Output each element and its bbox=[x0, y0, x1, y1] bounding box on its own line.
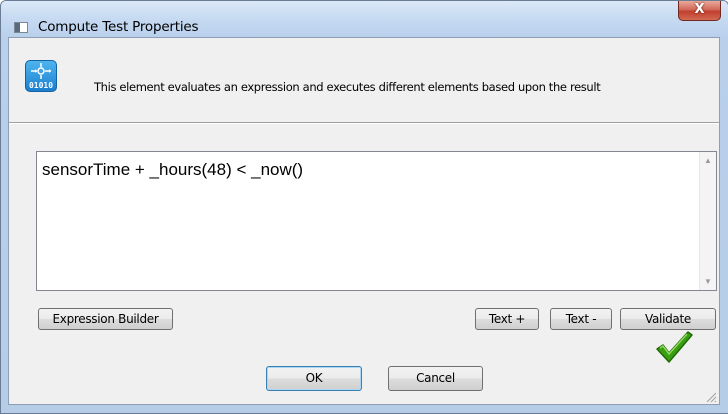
scroll-down-arrow-icon[interactable]: ▼ bbox=[700, 273, 716, 290]
dialog-window: Compute Test Properties X 01010 This ele… bbox=[0, 0, 728, 414]
compute-test-icon: 01010 bbox=[25, 60, 57, 92]
expression-textbox[interactable]: sensorTime + _hours(48) < _now() ▲ ▼ bbox=[36, 151, 717, 291]
window-title: Compute Test Properties bbox=[38, 19, 199, 35]
resize-grip-icon[interactable] bbox=[705, 390, 717, 403]
green-checkmark-icon bbox=[654, 330, 694, 364]
vertical-scrollbar[interactable]: ▲ ▼ bbox=[699, 152, 716, 290]
expression-text[interactable]: sensorTime + _hours(48) < _now() bbox=[42, 160, 303, 180]
dialog-client-area: 01010 This element evaluates an expressi… bbox=[8, 37, 720, 405]
element-description: This element evaluates an expression and… bbox=[94, 80, 601, 94]
scroll-up-arrow-icon[interactable]: ▲ bbox=[700, 152, 716, 169]
header-divider-highlight bbox=[9, 123, 719, 124]
ok-button[interactable]: OK bbox=[266, 366, 362, 391]
cancel-button[interactable]: Cancel bbox=[388, 366, 483, 391]
header-panel: 01010 This element evaluates an expressi… bbox=[9, 38, 719, 122]
text-plus-button[interactable]: Text + bbox=[475, 308, 539, 330]
svg-text:01010: 01010 bbox=[29, 81, 53, 90]
close-button[interactable]: X bbox=[678, 1, 721, 21]
expression-builder-button[interactable]: Expression Builder bbox=[38, 308, 173, 330]
window-app-icon bbox=[14, 22, 28, 33]
text-minus-button[interactable]: Text - bbox=[550, 308, 612, 330]
validate-button[interactable]: Validate bbox=[620, 308, 716, 330]
title-bar[interactable]: Compute Test Properties X bbox=[1, 1, 728, 37]
